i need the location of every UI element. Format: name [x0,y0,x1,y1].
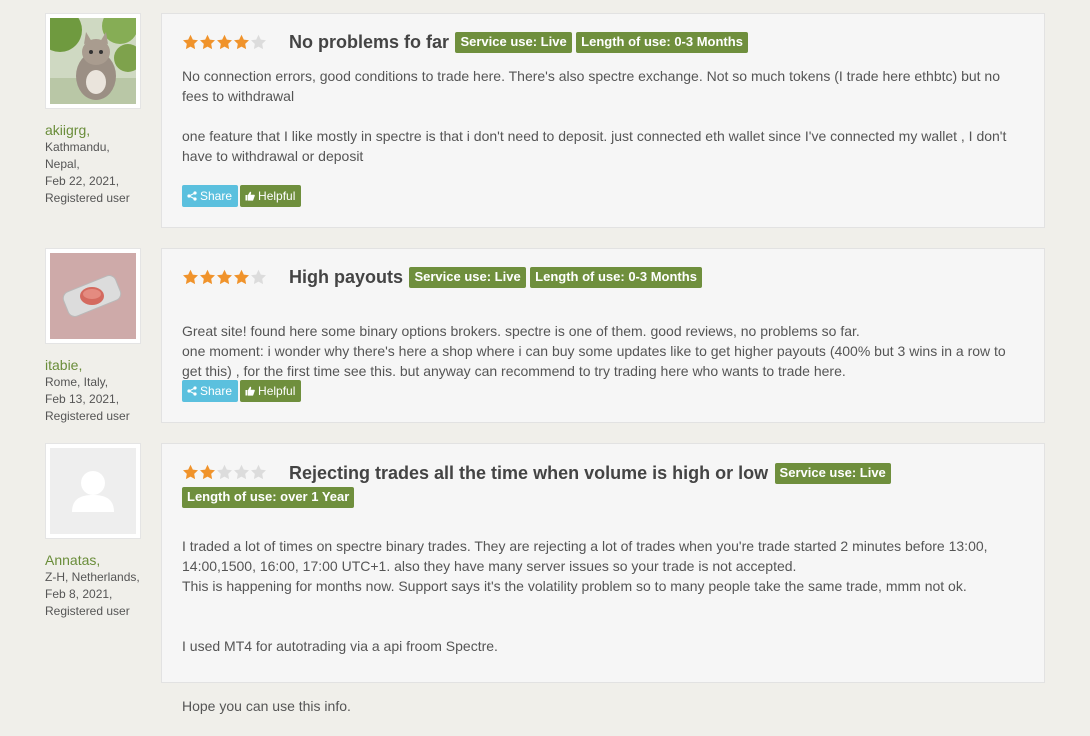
avatar-photo-pill [50,253,136,339]
avatar[interactable] [45,443,141,539]
user-meta: akiigrg, Kathmandu, Nepal, Feb 22, 2021,… [45,121,130,207]
user-name-link[interactable]: akiigrg, [45,121,130,139]
share-label: Share [200,384,233,398]
service-use-tag: Service use: Live [455,32,572,53]
thumbs-up-icon [245,386,255,396]
share-button[interactable]: Share [182,380,239,402]
user-meta: itabie, Rome, Italy, Feb 13, 2021, Regis… [45,356,130,425]
helpful-button[interactable]: Helpful [240,380,302,402]
star-empty-icon [250,464,267,481]
thumbs-up-icon [245,191,255,201]
default-avatar-icon [50,448,136,534]
service-use-tag: Service use: Live [409,267,526,288]
star-empty-icon [250,34,267,51]
share-label: Share [200,189,233,203]
review-paragraph: I traded a lot of times on spectre binar… [182,538,988,594]
star-filled-icon [199,269,216,286]
helpful-button[interactable]: Helpful [240,185,302,207]
star-filled-icon [216,34,233,51]
star-rating [182,269,267,287]
star-filled-icon [216,269,233,286]
review-card: Rejecting trades all the time when volum… [161,443,1045,714]
star-filled-icon [233,34,250,51]
review-date: Feb 22, 2021, [45,174,120,188]
star-rating [182,34,267,52]
star-rating [182,462,267,484]
service-use-tag: Service use: Live [774,462,891,484]
review-body: No connection errors, good conditions to… [182,66,1027,166]
user-name-link[interactable]: Annatas, [45,551,140,569]
user-location-country: Nepal, [45,157,80,171]
review-title: Rejecting trades all the time when volum… [289,463,769,483]
star-filled-icon [199,34,216,51]
review-body: Great site! found here some binary optio… [182,301,1027,401]
review-body: I traded a lot of times on spectre binar… [182,516,1027,736]
review-header: High payouts Service use: Live Length of… [182,267,1032,288]
review-paragraph: I used MT4 for autotrading via a api fro… [182,638,498,654]
review-actions: Share Helpful [182,185,303,207]
length-of-use-tag: Length of use: 0-3 Months [530,267,702,288]
helpful-label: Helpful [258,189,296,203]
user-status: Registered user [45,409,130,423]
user-location-city: Kathmandu, [45,140,110,154]
user-location: Rome, Italy, [45,375,109,389]
avatar[interactable] [45,248,141,344]
review-card: No problems fo far Service use: Live Len… [161,13,1045,228]
share-icon [187,191,197,201]
user-location: Z-H, Netherlands, [45,570,140,584]
review-paragraph: No connection errors, good conditions to… [182,68,1000,104]
review-actions: Share Helpful [182,380,303,402]
length-of-use-tag: Length of use: over 1 Year [182,487,355,509]
review-card: High payouts Service use: Live Length of… [161,248,1045,423]
star-empty-icon [233,464,250,481]
avatar-photo-cat [50,18,136,104]
review-title: High payouts [289,267,404,287]
user-name-link[interactable]: itabie, [45,356,130,374]
review-date: Feb 13, 2021, [45,392,120,406]
star-empty-icon [250,269,267,286]
star-filled-icon [182,464,199,481]
helpful-label: Helpful [258,384,296,398]
star-filled-icon [182,34,199,51]
review-title: No problems fo far [289,32,450,52]
star-filled-icon [233,269,250,286]
user-status: Registered user [45,191,130,205]
share-icon [187,386,197,396]
star-filled-icon [182,269,199,286]
review-date: Feb 8, 2021, [45,587,113,601]
review-header: No problems fo far Service use: Live Len… [182,32,1032,53]
length-of-use-tag: Length of use: 0-3 Months [576,32,748,53]
review-paragraph: Hope you can use this info. [182,698,351,714]
star-filled-icon [199,464,216,481]
share-button[interactable]: Share [182,185,239,207]
user-meta: Annatas, Z-H, Netherlands, Feb 8, 2021, … [45,551,140,620]
star-empty-icon [216,464,233,481]
review-header: Rejecting trades all the time when volum… [182,462,1032,509]
avatar[interactable] [45,13,141,109]
review-paragraph: Great site! found here some binary optio… [182,323,1006,379]
review-paragraph: one feature that I like mostly in spectr… [182,128,1007,164]
user-status: Registered user [45,604,130,618]
